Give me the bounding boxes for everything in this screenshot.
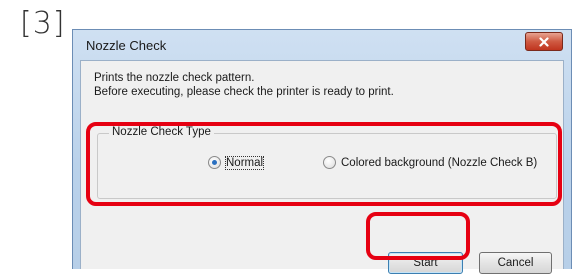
highlight-nozzle-check-type [86,122,562,206]
close-icon [539,36,549,47]
cancel-button[interactable]: Cancel [479,252,552,274]
highlight-start-button [366,212,470,260]
title-bar: Nozzle Check [73,30,571,60]
window-title: Nozzle Check [86,38,167,53]
message-line-1: Prints the nozzle check pattern. [94,72,255,84]
step-label: [3] [20,6,66,41]
message-line-2: Before executing, please check the print… [94,86,394,98]
close-button[interactable] [525,32,563,51]
message: Prints the nozzle check pattern. Before … [94,71,394,99]
